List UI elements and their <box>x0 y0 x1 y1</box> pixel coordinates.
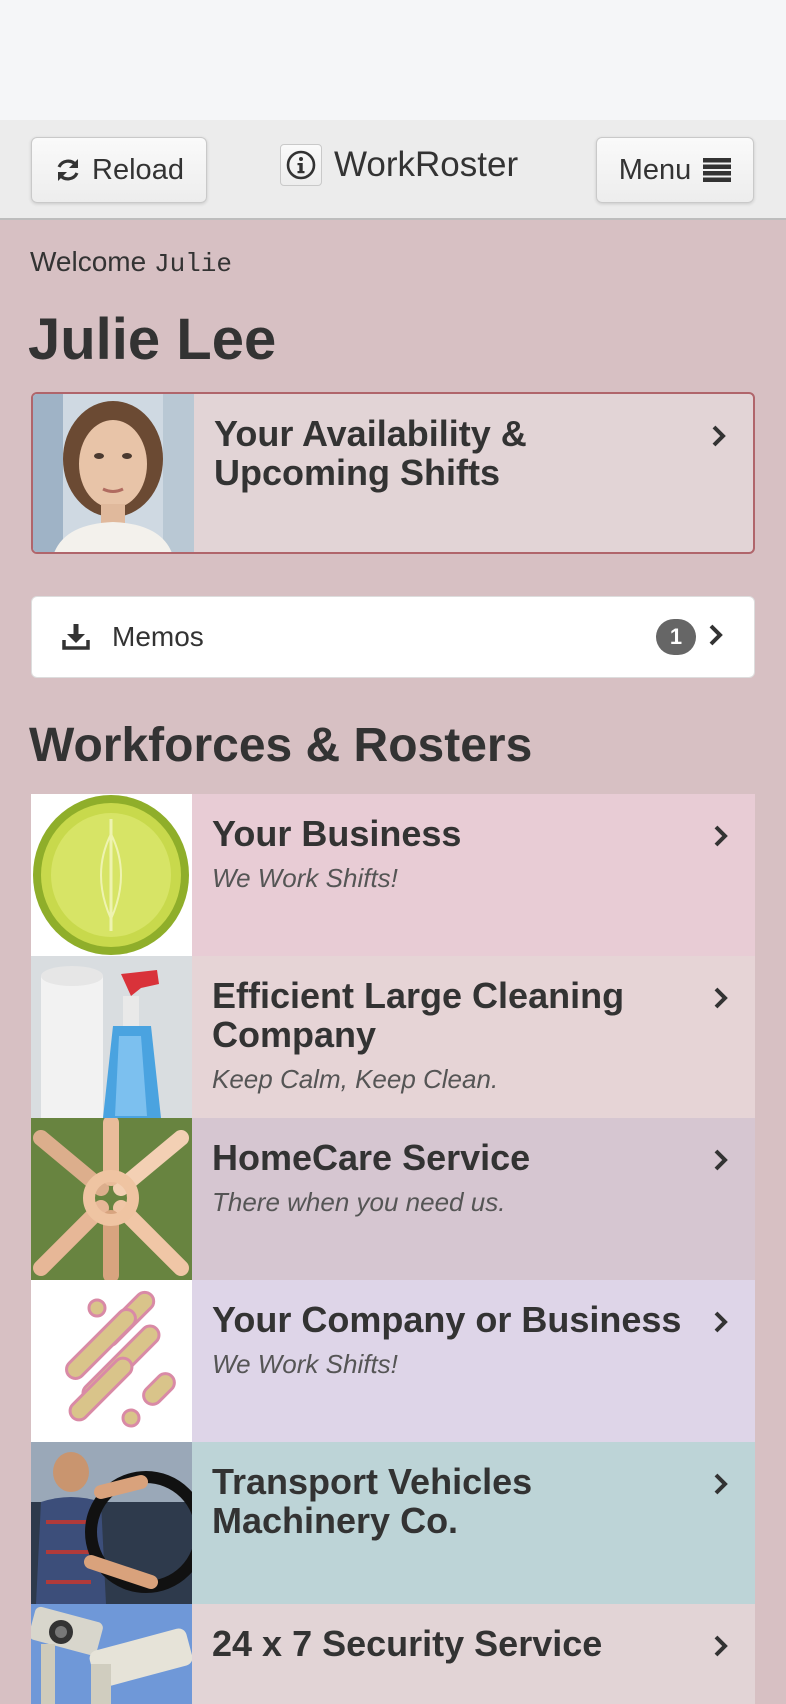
refresh-icon <box>57 159 79 181</box>
chevron-right-icon <box>714 1149 728 1171</box>
app-title-text: WorkRoster <box>334 145 519 184</box>
menu-label: Menu <box>618 153 692 186</box>
user-avatar <box>33 394 194 552</box>
availability-card[interactable]: Your Availability & Upcoming Shifts <box>31 392 755 554</box>
workforce-image <box>31 1280 192 1442</box>
workforce-item[interactable]: Efficient Large Cleaning Company Keep Ca… <box>31 956 755 1118</box>
top-bar: Reload WorkRoster Menu <box>0 120 786 220</box>
reload-button[interactable]: Reload <box>31 137 207 203</box>
user-full-name: Julie Lee <box>28 307 277 372</box>
workforce-subtitle: Keep Calm, Keep Clean. <box>212 1064 499 1094</box>
workforce-image <box>31 1442 192 1604</box>
workforce-item[interactable]: HomeCare Service There when you need us. <box>31 1118 755 1280</box>
workforce-title: Efficient Large Cleaning Company <box>212 975 625 1055</box>
workforce-item[interactable]: Transport Vehicles Machinery Co. <box>31 1442 755 1604</box>
workforce-image <box>31 1118 192 1280</box>
welcome-username: Julie <box>153 249 232 279</box>
welcome-prefix: Welcome <box>30 246 147 277</box>
workforce-image <box>31 794 192 956</box>
reload-label: Reload <box>92 153 184 186</box>
chevron-right-icon <box>714 1635 728 1657</box>
workforce-title: Your Company or Business <box>212 1299 682 1340</box>
memos-label: Memos <box>112 621 204 652</box>
chevron-right-icon <box>714 987 728 1009</box>
workforce-title: HomeCare Service <box>212 1137 531 1178</box>
memos-count-badge: 1 <box>656 619 696 655</box>
workforce-subtitle: There when you need us. <box>212 1187 506 1217</box>
workforce-title: 24 x 7 Security Service <box>212 1623 603 1664</box>
workforce-item[interactable]: Your Company or Business We Work Shifts! <box>31 1280 755 1442</box>
hamburger-icon <box>703 158 732 182</box>
availability-title: Your Availability & Upcoming Shifts <box>214 413 527 493</box>
workforce-image <box>31 1604 192 1704</box>
info-icon <box>286 150 316 180</box>
info-button[interactable] <box>280 144 322 186</box>
workforce-subtitle: We Work Shifts! <box>212 1349 398 1379</box>
status-bar <box>0 0 786 120</box>
workforce-subtitle: We Work Shifts! <box>212 863 398 893</box>
welcome-text: Welcome Julie <box>30 246 232 279</box>
workforce-item[interactable]: Your Business We Work Shifts! <box>31 794 755 956</box>
chevron-right-icon <box>709 624 723 646</box>
chevron-right-icon <box>714 1311 728 1333</box>
workforce-title: Your Business <box>212 813 462 854</box>
section-title: Workforces & Rosters <box>29 719 533 772</box>
workforce-title: Transport Vehicles Machinery Co. <box>212 1461 533 1541</box>
memos-item[interactable]: Memos 1 <box>31 596 755 678</box>
chevron-right-icon <box>714 1473 728 1495</box>
app-title: WorkRoster <box>280 140 518 190</box>
download-icon <box>62 624 90 650</box>
chevron-right-icon <box>712 425 726 447</box>
chevron-right-icon <box>714 825 728 847</box>
workforce-image <box>31 956 192 1118</box>
menu-button[interactable]: Menu <box>596 137 754 203</box>
workforce-item[interactable]: 24 x 7 Security Service <box>31 1604 755 1704</box>
